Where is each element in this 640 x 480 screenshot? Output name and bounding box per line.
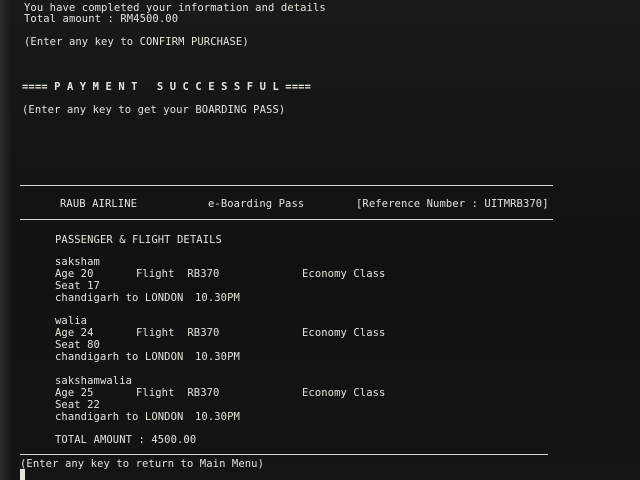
passenger-name: saksham (55, 256, 100, 268)
passenger-time: 10.30PM (195, 351, 240, 363)
passenger-flight: Flight RB370 (136, 268, 220, 280)
passenger-age: Age 24 (55, 327, 94, 339)
passenger-age: Age 20 (55, 268, 94, 280)
passenger-name: walia (55, 315, 88, 327)
payment-success-banner: ==== P A Y M E N T S U C C E S S F U L =… (22, 81, 311, 93)
passenger-route: chandigarh to LONDON (55, 351, 184, 363)
boarding-pass-header-rule (20, 219, 553, 220)
passenger-class: Economy Class (302, 268, 386, 280)
passenger-name: sakshamwalia (55, 375, 133, 387)
reference-number: [Reference Number : UITMRB370] (356, 198, 549, 210)
boarding-pass-title: e-Boarding Pass (208, 198, 305, 210)
text-cursor[interactable] (20, 469, 25, 480)
passenger-seat: Seat 80 (55, 339, 100, 351)
passenger-time: 10.30PM (195, 411, 240, 423)
passenger-seat: Seat 17 (55, 280, 100, 292)
monitor-bezel (0, 0, 12, 480)
passenger-flight: Flight RB370 (136, 387, 220, 399)
passenger-route: chandigarh to LONDON (55, 292, 184, 304)
passenger-time: 10.30PM (195, 292, 240, 304)
return-to-menu-prompt: (Enter any key to return to Main Menu) (20, 458, 265, 470)
confirm-prompt: (Enter any key to CONFIRM PURCHASE) (24, 36, 249, 48)
airline-name: RAUB AIRLINE (60, 198, 138, 210)
boarding-pass-prompt: (Enter any key to get your BOARDING PASS… (22, 104, 286, 116)
passenger-seat: Seat 22 (55, 399, 100, 411)
passenger-class: Economy Class (302, 387, 386, 399)
terminal-screen: You have completed your information and … (0, 0, 640, 480)
total-amount-line: Total amount : RM4500.00 (24, 13, 179, 25)
passenger-route: chandigarh to LONDON (55, 411, 184, 423)
passenger-age: Age 25 (55, 387, 94, 399)
section-heading: PASSENGER & FLIGHT DETAILS (55, 234, 222, 246)
passenger-flight: Flight RB370 (136, 327, 220, 339)
boarding-pass-top-rule (20, 185, 553, 186)
boarding-pass-bottom-rule (20, 454, 548, 455)
total-amount: TOTAL AMOUNT : 4500.00 (55, 434, 197, 446)
passenger-class: Economy Class (302, 327, 386, 339)
